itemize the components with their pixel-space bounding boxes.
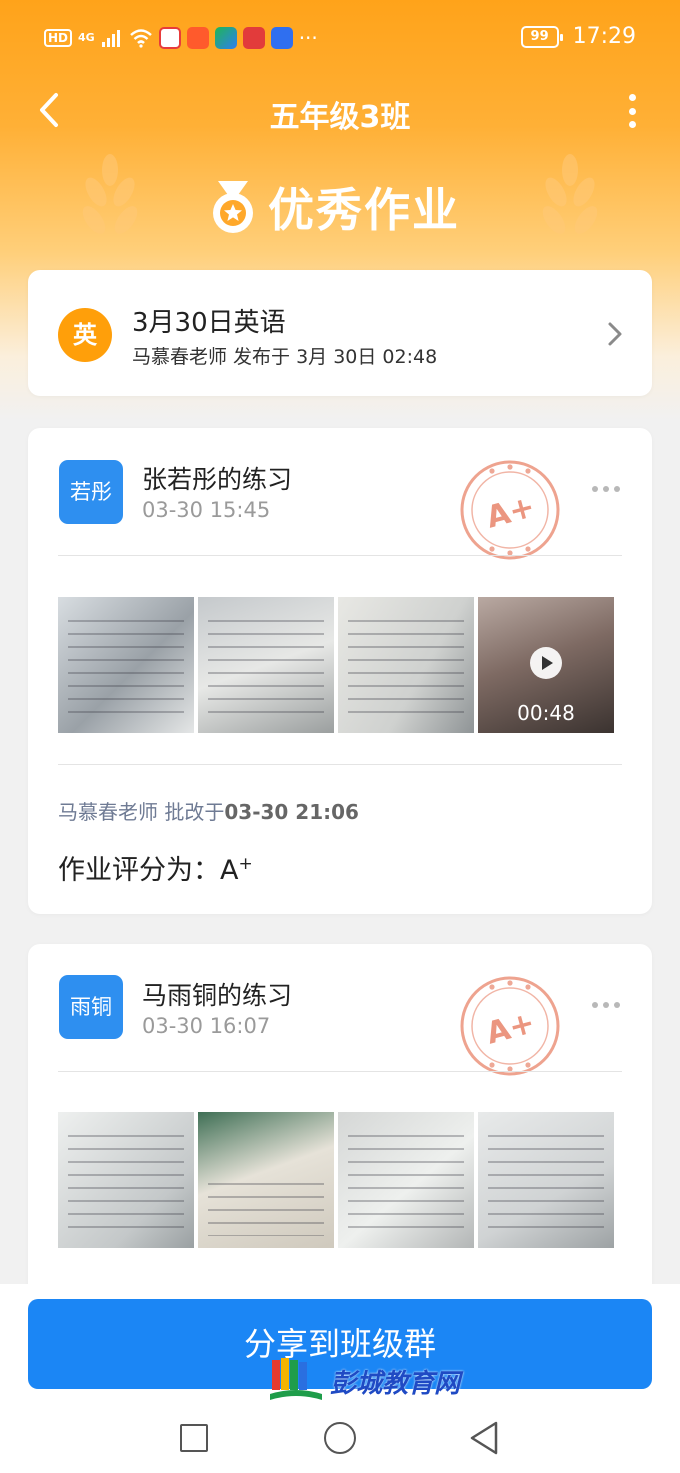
stamp-text: A+ xyxy=(483,1005,539,1051)
page-lines xyxy=(208,1172,324,1236)
homework-card[interactable]: 英 3月30日英语 马慕春老师 发布于 3月 30日 02:48 xyxy=(28,270,652,396)
dot-icon xyxy=(628,107,636,115)
top-nav: 五年级3班 xyxy=(0,80,680,140)
page-lines xyxy=(68,609,184,721)
dot-icon xyxy=(628,121,636,128)
graded-time: 03-30 21:06 xyxy=(224,800,359,824)
homework-title: 3月30日英语 xyxy=(132,308,286,338)
medal-icon xyxy=(213,181,253,233)
subject-badge: 英 xyxy=(58,308,112,362)
score-value: A xyxy=(220,855,239,886)
dot-icon xyxy=(614,486,620,492)
attachment-photo[interactable] xyxy=(338,1112,474,1248)
attachment-photo[interactable] xyxy=(198,1112,334,1248)
graded-prefix: 批改于 xyxy=(164,800,225,824)
a-plus-stamp-icon: A+ xyxy=(460,460,560,560)
page-lines xyxy=(348,609,464,721)
status-bar: HD 4G ··· 99 17:29 xyxy=(0,18,680,60)
page-lines xyxy=(488,1124,604,1236)
system-nav-bar xyxy=(0,1412,680,1466)
page-title: 五年级3班 xyxy=(269,100,411,135)
status-left: HD 4G ··· xyxy=(44,26,318,50)
bottom-area: 分享到班级群 彭城教育网 xyxy=(0,1284,680,1473)
more-notifications: ··· xyxy=(298,26,318,50)
dot-icon xyxy=(592,1002,598,1008)
dot-icon xyxy=(603,486,609,492)
recent-apps-button[interactable] xyxy=(180,1424,208,1452)
signal-icon xyxy=(101,30,120,47)
notification-bulb-icon xyxy=(270,27,293,49)
homework-meta: 马慕春老师 发布于 3月 30日 02:48 xyxy=(132,346,438,368)
score-line: 作业评分为：A+ xyxy=(58,848,253,887)
notification-book-icon xyxy=(242,27,265,49)
attachment-photo[interactable] xyxy=(338,597,474,733)
hd-indicator: HD xyxy=(44,29,73,47)
submission-time: 03-30 15:45 xyxy=(142,498,271,522)
play-icon xyxy=(530,647,562,679)
attachment-photo[interactable] xyxy=(58,1112,194,1248)
submission-title: 马雨铜的练习 xyxy=(142,981,293,1010)
video-duration: 00:48 xyxy=(517,701,575,725)
notification-video-icon xyxy=(186,27,209,49)
home-button[interactable] xyxy=(324,1422,356,1454)
notification-play-icon xyxy=(214,27,237,49)
dot-icon xyxy=(628,94,636,101)
dot-icon xyxy=(592,486,598,492)
submission-card: 雨铜 马雨铜的练习 03-30 16:07 A+ xyxy=(28,944,652,1304)
attachment-photo[interactable] xyxy=(58,597,194,733)
banner-content: 优秀作业 xyxy=(208,174,460,240)
attachment-video[interactable]: 00:48 xyxy=(478,597,614,733)
stamp-text: A+ xyxy=(483,489,539,535)
divider xyxy=(58,555,622,556)
attachment-grid: 00:48 xyxy=(58,597,614,733)
page-lines xyxy=(208,609,324,721)
network-type: 4G xyxy=(78,31,95,44)
excellent-homework-banner: 优秀作业 xyxy=(0,170,680,240)
a-plus-stamp-icon: A+ xyxy=(460,976,560,1076)
divider xyxy=(58,1071,622,1072)
score-label: 作业评分为： xyxy=(58,855,220,886)
student-avatar: 若彤 xyxy=(59,460,123,524)
score-sup: + xyxy=(238,854,253,874)
submission-card: 若彤 张若彤的练习 03-30 15:45 A+ 00:48 马慕春老师 批改于… xyxy=(28,428,652,914)
notification-app-icon xyxy=(158,27,181,49)
more-menu-button[interactable] xyxy=(624,94,640,128)
clock: 17:29 xyxy=(572,24,636,49)
wifi-icon xyxy=(129,29,152,48)
grader-name: 马慕春老师 xyxy=(58,800,158,824)
system-back-button[interactable] xyxy=(468,1420,500,1456)
watermark: 彭城教育网 xyxy=(268,1356,460,1406)
attachment-photo[interactable] xyxy=(478,1112,614,1248)
battery-icon: 99 xyxy=(520,25,563,48)
watermark-text: 彭城教育网 xyxy=(330,1368,461,1399)
banner-title: 优秀作业 xyxy=(268,183,460,237)
dot-icon xyxy=(614,1002,620,1008)
page-lines xyxy=(68,1124,184,1236)
grader-info: 马慕春老师 批改于03-30 21:06 xyxy=(58,796,359,825)
student-avatar: 雨铜 xyxy=(59,975,123,1039)
divider xyxy=(58,764,622,765)
page-lines xyxy=(348,1124,464,1236)
attachment-photo[interactable] xyxy=(198,597,334,733)
status-right: 99 17:29 xyxy=(520,24,636,49)
attachment-grid xyxy=(58,1112,614,1248)
dot-icon xyxy=(603,1002,609,1008)
books-logo-icon xyxy=(270,1358,322,1400)
submission-title: 张若彤的练习 xyxy=(142,465,293,494)
submission-more-button[interactable] xyxy=(592,486,620,492)
submission-time: 03-30 16:07 xyxy=(142,1014,271,1038)
submission-more-button[interactable] xyxy=(592,1002,620,1008)
chevron-right-icon xyxy=(608,322,622,346)
